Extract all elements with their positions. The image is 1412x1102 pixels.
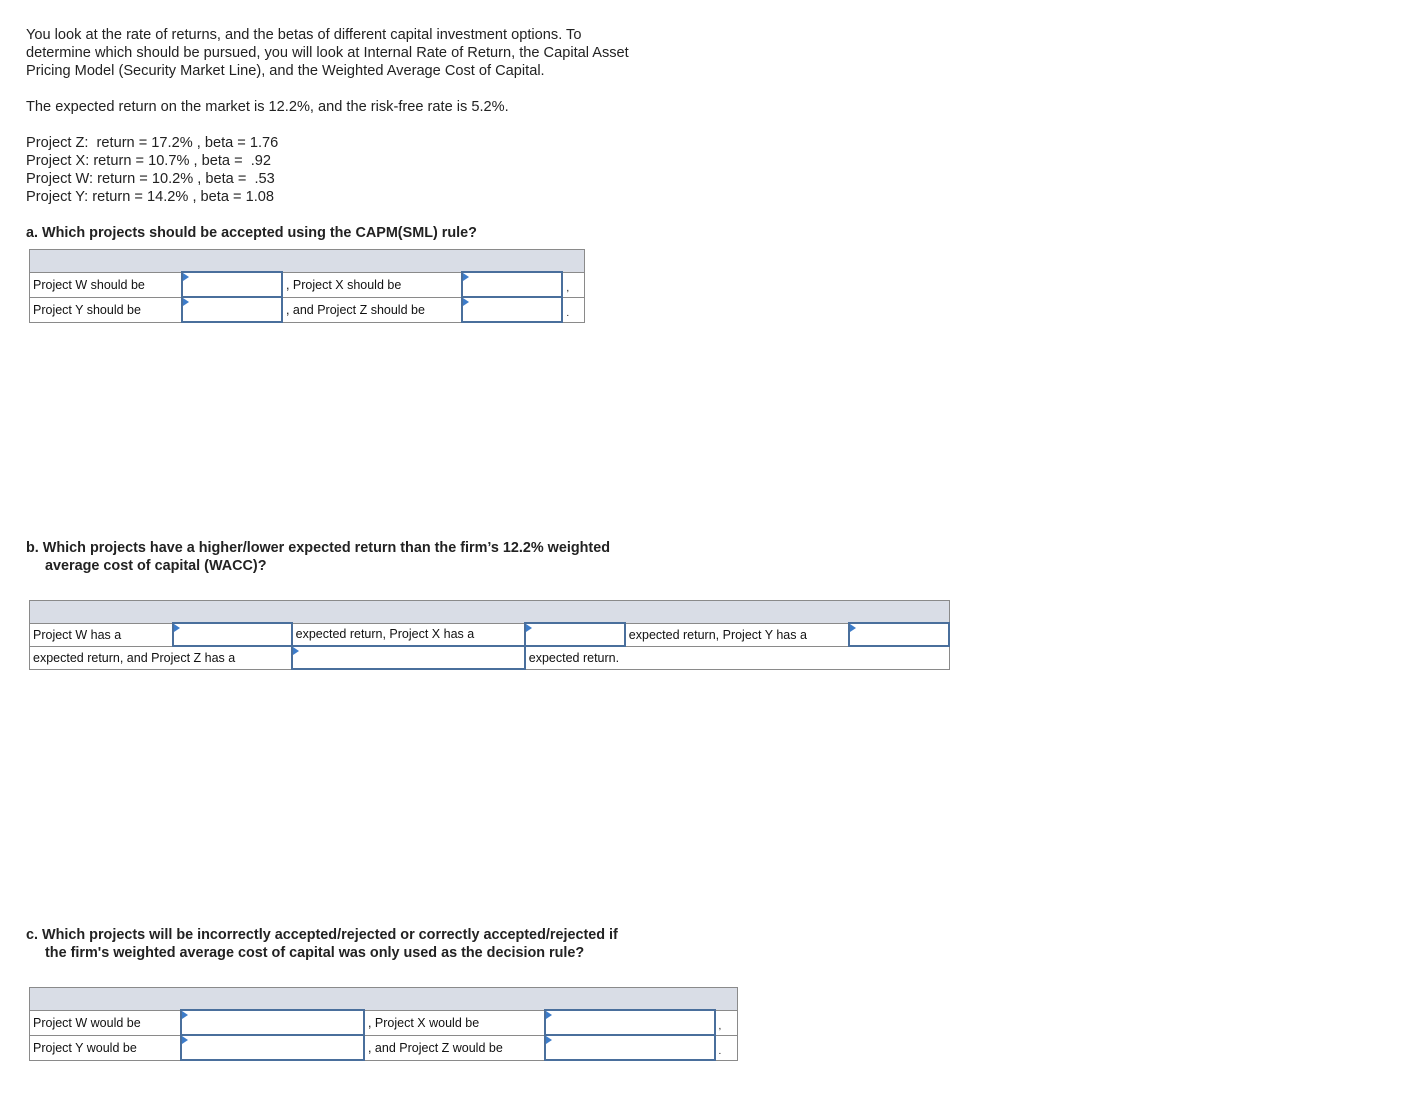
table-row: expected return, and Project Z has a exp… xyxy=(28,645,950,670)
project-z-capm-input[interactable] xyxy=(463,300,562,319)
dropdown-marker-icon xyxy=(545,1011,552,1019)
question-b-line: average cost of capital (WACC)? xyxy=(45,558,267,574)
dropdown-marker-icon xyxy=(292,647,299,655)
answer-label: Project W should be xyxy=(28,271,183,298)
answer-cell[interactable] xyxy=(523,622,626,647)
project-x-decision-input[interactable] xyxy=(545,1013,714,1032)
answer-label: expected return, and Project Z has a xyxy=(28,645,293,670)
question-a-table: Project W should be , Project X should b… xyxy=(28,249,586,323)
answer-label: , Project X would be xyxy=(363,1009,546,1036)
question-c-line: c. Which projects will be incorrectly ac… xyxy=(26,927,618,943)
intro-line: Pricing Model (Security Market Line), an… xyxy=(26,63,545,79)
dropdown-marker-icon xyxy=(182,273,189,281)
answer-cell[interactable] xyxy=(847,622,951,647)
table-header xyxy=(29,249,585,273)
project-z-info: Project Z: return = 17.2% , beta = 1.76 xyxy=(26,135,279,151)
question-c-line: the firm's weighted average cost of capi… xyxy=(45,945,585,961)
question-b-line: b. Which projects have a higher/lower ex… xyxy=(26,540,611,556)
intro-line: determine which should be pursued, you w… xyxy=(26,45,629,61)
punctuation: . xyxy=(714,1034,738,1061)
punctuation: , xyxy=(714,1009,738,1036)
question-a-prompt: a. Which projects should be accepted usi… xyxy=(26,225,477,241)
project-z-wacc-input[interactable] xyxy=(292,648,524,667)
question-c-prompt: c. Which projects will be incorrectly ac… xyxy=(26,926,674,962)
project-x-capm-input[interactable] xyxy=(463,275,562,294)
intro-paragraph: You look at the rate of returns, and the… xyxy=(26,26,684,80)
answer-label: expected return, Project X has a xyxy=(291,622,526,647)
answer-cell[interactable] xyxy=(461,271,564,298)
punctuation: . xyxy=(561,296,586,323)
market-statement: The expected return on the market is 12.… xyxy=(26,99,509,115)
dropdown-marker-icon xyxy=(525,624,532,632)
intro-line: You look at the rate of returns, and the… xyxy=(26,27,582,43)
project-list: Project Z: return = 17.2% , beta = 1.76 … xyxy=(26,134,278,206)
answer-cell[interactable] xyxy=(180,296,283,323)
answer-label: Project Y should be xyxy=(28,296,183,323)
project-w-capm-input[interactable] xyxy=(182,275,281,294)
project-w-decision-input[interactable] xyxy=(182,1013,363,1032)
table-row: Project W would be , Project X would be … xyxy=(29,1009,738,1036)
table-row: Project W should be , Project X should b… xyxy=(28,271,586,298)
answer-label: , and Project Z would be xyxy=(363,1034,546,1061)
table-row: Project W has a expected return, Project… xyxy=(28,622,951,647)
dropdown-marker-icon xyxy=(173,624,180,632)
project-z-decision-input[interactable] xyxy=(545,1038,714,1057)
answer-cell[interactable] xyxy=(543,1034,716,1061)
answer-cell[interactable] xyxy=(290,645,526,670)
project-x-info: Project X: return = 10.7% , beta = .92 xyxy=(26,153,271,169)
project-y-capm-input[interactable] xyxy=(182,300,281,319)
answer-cell[interactable] xyxy=(180,1009,365,1036)
project-x-wacc-input[interactable] xyxy=(525,625,624,644)
dropdown-marker-icon xyxy=(182,1036,189,1044)
answer-label: Project W has a xyxy=(28,622,174,647)
question-b-prompt: b. Which projects have a higher/lower ex… xyxy=(26,539,678,575)
answer-cell[interactable] xyxy=(171,622,293,647)
project-w-info: Project W: return = 10.2% , beta = .53 xyxy=(26,171,275,187)
answer-cell[interactable] xyxy=(180,1034,365,1061)
dropdown-marker-icon xyxy=(463,273,470,281)
dropdown-marker-icon xyxy=(849,624,856,632)
answer-label: Project W would be xyxy=(29,1009,182,1036)
dropdown-marker-icon xyxy=(182,298,189,306)
punctuation: , xyxy=(561,271,586,298)
answer-cell[interactable] xyxy=(543,1009,716,1036)
answer-cell[interactable] xyxy=(180,271,283,298)
answer-cell[interactable] xyxy=(461,296,564,323)
dropdown-marker-icon xyxy=(463,298,470,306)
project-w-wacc-input[interactable] xyxy=(173,625,291,644)
answer-label: expected return. xyxy=(524,645,950,670)
project-y-wacc-input[interactable] xyxy=(849,625,948,644)
dropdown-marker-icon xyxy=(182,1011,189,1019)
project-y-decision-input[interactable] xyxy=(182,1038,363,1057)
project-y-info: Project Y: return = 14.2% , beta = 1.08 xyxy=(26,189,274,205)
table-header xyxy=(29,987,738,1011)
question-b-table: Project W has a expected return, Project… xyxy=(28,600,951,670)
table-header xyxy=(29,600,950,624)
question-c-table: Project W would be , Project X would be … xyxy=(29,987,738,1061)
answer-label: , Project X should be xyxy=(281,271,463,298)
table-row: Project Y should be , and Project Z shou… xyxy=(28,296,586,323)
answer-label: Project Y would be xyxy=(29,1034,182,1061)
table-row: Project Y would be , and Project Z would… xyxy=(29,1034,738,1061)
dropdown-marker-icon xyxy=(545,1036,552,1044)
answer-label: expected return, Project Y has a xyxy=(624,622,850,647)
answer-label: , and Project Z should be xyxy=(281,296,463,323)
